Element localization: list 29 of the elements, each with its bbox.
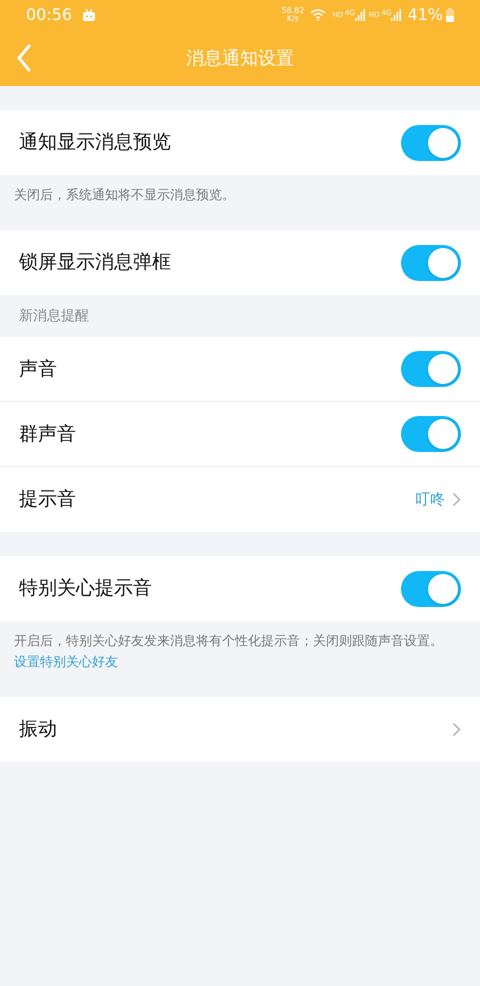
signal-icon: [354, 9, 365, 21]
toggle-switch[interactable]: [401, 570, 461, 606]
hint-text: 关闭后，系统通知将不显示消息预览。: [13, 187, 236, 205]
wifi-icon: [310, 9, 326, 21]
battery-icon: [446, 8, 454, 22]
chevron-right-icon: [452, 492, 461, 507]
clock-time: 00:56: [26, 4, 72, 26]
network-speed: 58.82: [281, 7, 304, 15]
setting-label: 锁屏显示消息弹框: [19, 250, 172, 276]
setting-label: 通知显示消息预览: [19, 130, 172, 156]
setting-label: 群声音: [19, 422, 77, 447]
chevron-right-icon: [452, 722, 461, 737]
setting-label: 声音: [19, 356, 58, 382]
setting-value: 叮咚: [415, 489, 445, 510]
toggle-switch[interactable]: [401, 351, 461, 387]
setting-label: 特别关心提示音: [19, 576, 153, 602]
section-heading: 新消息提醒: [19, 306, 89, 326]
page-title: 消息通知设置: [186, 46, 294, 70]
friends-link[interactable]: 设置特别关心好友: [14, 655, 118, 670]
toggle-switch[interactable]: [401, 244, 461, 280]
speed-unit: K/s: [286, 15, 299, 23]
toggle-switch[interactable]: [401, 124, 461, 160]
app-notification-icon: [82, 8, 96, 22]
setting-label: 振动: [19, 717, 58, 742]
toggle-switch[interactable]: [401, 416, 461, 452]
setting-label: 提示音: [19, 487, 77, 512]
battery-percent: 41%: [407, 4, 443, 26]
signal-icon: [391, 9, 402, 21]
hint-text: 开启后，特别关心好友发来消息将有个性化提示音；关闭则跟随声音设置。 设置特别关心好友: [13, 633, 444, 672]
